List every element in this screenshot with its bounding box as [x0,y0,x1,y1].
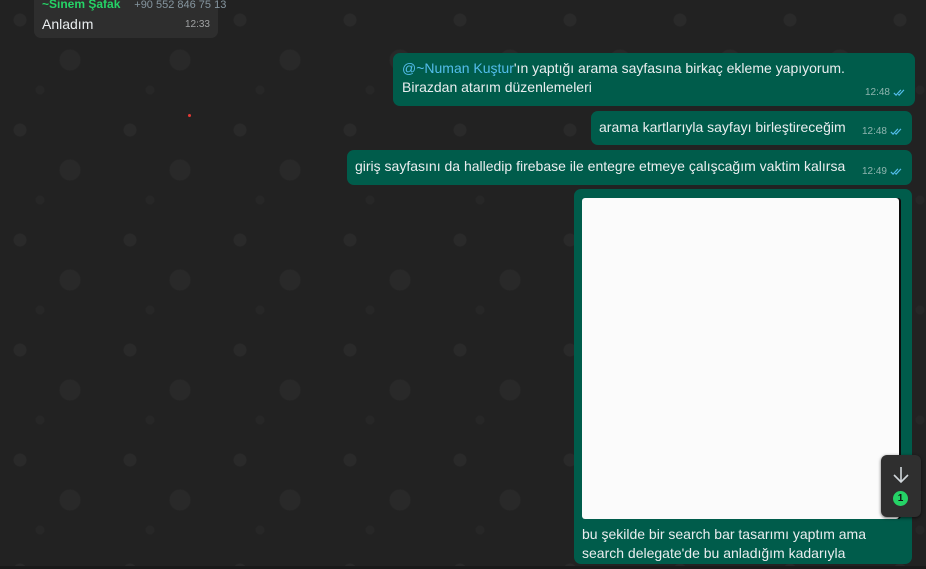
message-time: 12:33 [184,19,210,30]
double-check-icon [890,128,902,136]
sender-phone: +90 552 846 75 13 [134,0,227,11]
outgoing-message[interactable]: @~Numan Kuştur'ın yaptığı arama sayfasın… [393,53,915,106]
message-text: @~Numan Kuştur'ın yaptığı arama sayfasın… [402,59,906,97]
message-text: giriş sayfasını da halledip firebase ile… [355,158,846,174]
image-caption-line: bu şekilde bir search bar tasarımı yaptı… [582,526,867,542]
message-time: 12:48 [861,126,887,137]
attached-image[interactable] [582,198,899,519]
message-time: 12:48 [864,87,890,98]
double-check-icon [893,89,905,97]
message-text: arama kartlarıyla sayfayı birleştireceği… [599,119,846,135]
message-meta: 12:48 [865,83,907,102]
outgoing-message[interactable]: arama kartlarıyla sayfayı birleştireceği… [591,111,912,145]
chat-area[interactable]: ~Sinem Şafak +90 552 846 75 13 Anladım 1… [0,0,926,569]
outgoing-image-message[interactable]: bu şekilde bir search bar tasarımı yaptı… [574,189,912,564]
unread-count-badge: 1 [893,491,908,506]
double-check-icon [890,168,902,176]
incoming-message[interactable]: ~Sinem Şafak +90 552 846 75 13 Anladım 1… [34,0,226,38]
message-time: 12:49 [861,166,887,177]
mention-link[interactable]: @~Numan Kuştur [402,60,514,76]
arrow-down-icon [893,467,909,484]
sender-name[interactable]: ~Sinem Şafak [42,0,120,11]
message-meta: 12:49 [862,162,904,181]
image-caption-line: search delegate'de bu anladığım kadarıyl… [582,545,846,561]
message-meta: 12:33 [185,15,210,34]
outgoing-message[interactable]: giriş sayfasını da halledip firebase ile… [347,150,912,185]
red-dot [188,114,191,117]
scroll-to-bottom-button[interactable]: 1 [881,455,921,517]
message-meta: 12:48 [862,122,904,141]
